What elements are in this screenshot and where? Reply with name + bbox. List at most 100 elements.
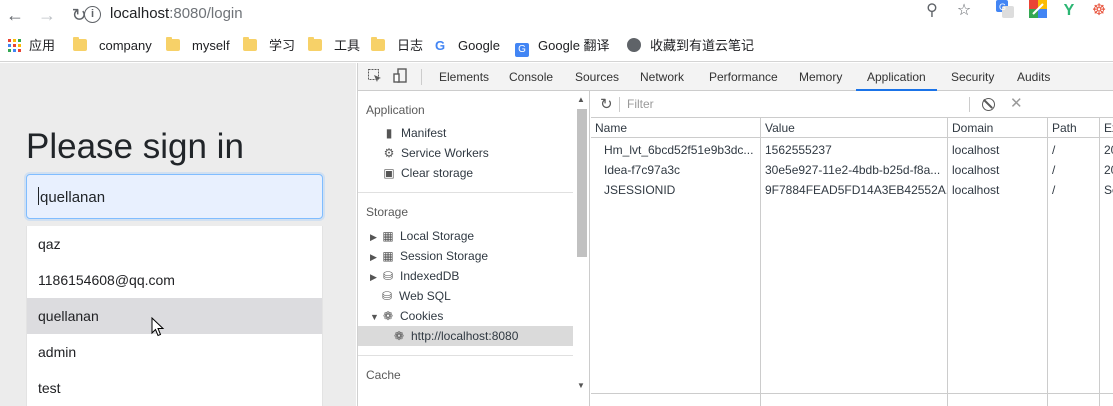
zoom-icon[interactable]: ⚲ xyxy=(921,0,943,22)
bookmark-tools[interactable]: 工具 xyxy=(308,37,360,56)
autofill-item-highlighted[interactable]: quellanan xyxy=(27,298,322,334)
bookmark-label: 应用 xyxy=(29,38,56,53)
sidebar-item-label: Cookies xyxy=(400,309,444,323)
vue-extension-icon[interactable]: Y xyxy=(1058,0,1080,22)
column-header-path[interactable]: Path xyxy=(1048,118,1100,138)
cookie-expires-cell[interactable]: 20 xyxy=(1100,140,1113,160)
bookmark-label: 学习 xyxy=(269,38,296,53)
translate-extension-icon[interactable]: G xyxy=(994,0,1016,22)
sidebar-section-application: Application xyxy=(366,103,425,117)
username-input[interactable]: quellanan xyxy=(26,174,323,219)
forward-icon[interactable]: → xyxy=(36,4,58,26)
address-bar[interactable]: localhost:8080/login xyxy=(110,5,243,22)
scrollbar-thumb[interactable] xyxy=(577,109,587,257)
cookie-value-cell[interactable]: 30e5e927-11e2-4bdb-b25d-f8a... xyxy=(761,160,947,180)
cookie-value-cell[interactable]: 1562555237 xyxy=(761,140,947,160)
folder-icon xyxy=(73,37,87,51)
scroll-down-arrow-icon[interactable]: ▼ xyxy=(577,381,585,390)
sidebar-item-manifest[interactable]: ▮ Manifest xyxy=(382,124,447,142)
expand-arrow-icon[interactable]: ▶ xyxy=(370,228,380,246)
mouse-cursor-icon xyxy=(151,317,165,337)
scroll-up-arrow-icon[interactable]: ▲ xyxy=(577,95,585,104)
column-header-domain[interactable]: Domain xyxy=(948,118,1048,138)
column-header-value[interactable]: Value xyxy=(761,118,948,138)
tab-network[interactable]: Network xyxy=(640,63,684,91)
tab-application[interactable]: Application xyxy=(856,63,937,91)
sidebar-item-indexeddb[interactable]: ▶ ⛁ IndexedDB xyxy=(370,267,459,285)
toolbar-divider xyxy=(421,69,422,85)
sidebar-item-service-workers[interactable]: ⚙ Service Workers xyxy=(382,144,489,162)
bookmark-google-translate[interactable]: G Google 翻译 xyxy=(515,38,610,57)
bookmark-company[interactable]: company xyxy=(73,37,152,56)
bookmark-myself[interactable]: myself xyxy=(166,37,230,56)
expand-arrow-icon[interactable]: ▶ xyxy=(370,268,380,286)
back-icon[interactable]: ← xyxy=(4,4,26,26)
autofill-dropdown: qaz 1186154608@qq.com quellanan admin te… xyxy=(26,226,323,406)
collapse-arrow-icon[interactable]: ▼ xyxy=(370,308,380,326)
bookmark-apps[interactable]: 应用 xyxy=(8,38,55,56)
color-extension-icon[interactable] xyxy=(1027,0,1049,22)
cookie-path-cell[interactable]: / xyxy=(1048,140,1099,160)
application-sidebar: Application ▮ Manifest ⚙ Service Workers ▣… xyxy=(358,91,590,406)
sidebar-item-label: Session Storage xyxy=(400,249,489,263)
bookmark-google[interactable]: G Google xyxy=(435,38,500,56)
cookie-expires-cell[interactable]: Se xyxy=(1100,180,1113,200)
cookie-icon: ❁ xyxy=(382,309,394,323)
cookie-name-cell[interactable]: Idea-f7c97a3c xyxy=(591,160,760,180)
sidebar-item-cookie-origin[interactable]: ❁ http://localhost:8080 xyxy=(392,327,518,345)
bookmark-youdao[interactable]: 收藏到有道云笔记 xyxy=(627,38,754,56)
cookie-path-cell[interactable]: / xyxy=(1048,160,1099,180)
gear-icon: ⚙ xyxy=(383,146,395,160)
autofill-item[interactable]: qaz xyxy=(27,226,322,262)
devtools-panel: Elements Console Sources Network Perform… xyxy=(357,63,1113,406)
sidebar-item-label: Service Workers xyxy=(401,146,489,160)
device-toolbar-icon[interactable] xyxy=(393,68,409,84)
cookie-name-cell[interactable]: JSESSIONID xyxy=(591,180,760,200)
autofill-item[interactable]: admin xyxy=(27,334,322,370)
apps-grid-icon xyxy=(8,39,21,52)
cookie-domain-cell[interactable]: localhost xyxy=(948,160,1047,180)
cookie-domain-cell[interactable]: localhost xyxy=(948,180,1047,200)
autofill-item[interactable]: test xyxy=(27,370,322,406)
bookmark-log[interactable]: 日志 xyxy=(371,37,424,56)
tab-elements[interactable]: Elements xyxy=(439,63,489,91)
autofill-item[interactable]: 1186154608@qq.com xyxy=(27,262,322,298)
cookie-path-cell[interactable]: / xyxy=(1048,180,1099,200)
bookmark-label: Google 翻译 xyxy=(538,38,610,53)
sidebar-divider xyxy=(358,192,573,193)
sidebar-item-cookies[interactable]: ▼ ❁ Cookies xyxy=(370,307,443,325)
document-icon: ▮ xyxy=(385,126,393,140)
bookmark-star-icon[interactable]: ☆ xyxy=(953,0,975,22)
tab-audits[interactable]: Audits xyxy=(1017,63,1050,91)
sidebar-item-session-storage[interactable]: ▶ ▦ Session Storage xyxy=(370,247,488,265)
tab-security[interactable]: Security xyxy=(951,63,994,91)
filter-input[interactable]: Filter xyxy=(627,97,654,111)
clear-all-icon[interactable] xyxy=(982,98,995,111)
info-icon[interactable]: i xyxy=(84,6,101,23)
page-title: Please sign in xyxy=(26,127,244,166)
inspect-element-icon[interactable] xyxy=(367,68,383,84)
cookie-domain-cell[interactable]: localhost xyxy=(948,140,1047,160)
bookmark-study[interactable]: 学习 xyxy=(243,37,296,56)
cookie-expires-cell[interactable]: 20 xyxy=(1100,160,1113,180)
sidebar-item-clear-storage[interactable]: ▣ Clear storage xyxy=(382,164,473,182)
cookie-value-cell[interactable]: 9F7884FEAD5FD14A3EB42552A... xyxy=(761,180,947,200)
delete-selected-icon[interactable]: ✕ xyxy=(1010,94,1023,112)
tab-performance[interactable]: Performance xyxy=(709,63,778,91)
sidebar-item-web-sql[interactable]: ⛁ Web SQL xyxy=(380,287,451,305)
expand-arrow-icon[interactable]: ▶ xyxy=(370,248,380,266)
sidebar-scrollbar[interactable]: ▲ ▼ xyxy=(575,93,589,404)
tab-sources[interactable]: Sources xyxy=(575,63,619,91)
refresh-icon[interactable]: ↻ xyxy=(600,95,613,113)
cookie-name-cell[interactable]: Hm_lvt_6bcd52f51e9b3dc... xyxy=(591,140,760,160)
folder-icon xyxy=(243,37,257,51)
sidebar-item-local-storage[interactable]: ▶ ▦ Local Storage xyxy=(370,227,474,245)
panel-bottom-border xyxy=(591,393,1113,394)
column-header-name[interactable]: Name xyxy=(591,118,761,138)
tab-memory[interactable]: Memory xyxy=(799,63,842,91)
bookmark-label: 日志 xyxy=(397,38,424,53)
tab-console[interactable]: Console xyxy=(509,63,553,91)
column-header-expires[interactable]: Ex xyxy=(1100,118,1113,138)
url-path: :8080/login xyxy=(169,5,243,22)
tree-extension-icon[interactable]: ☸ xyxy=(1088,0,1110,22)
